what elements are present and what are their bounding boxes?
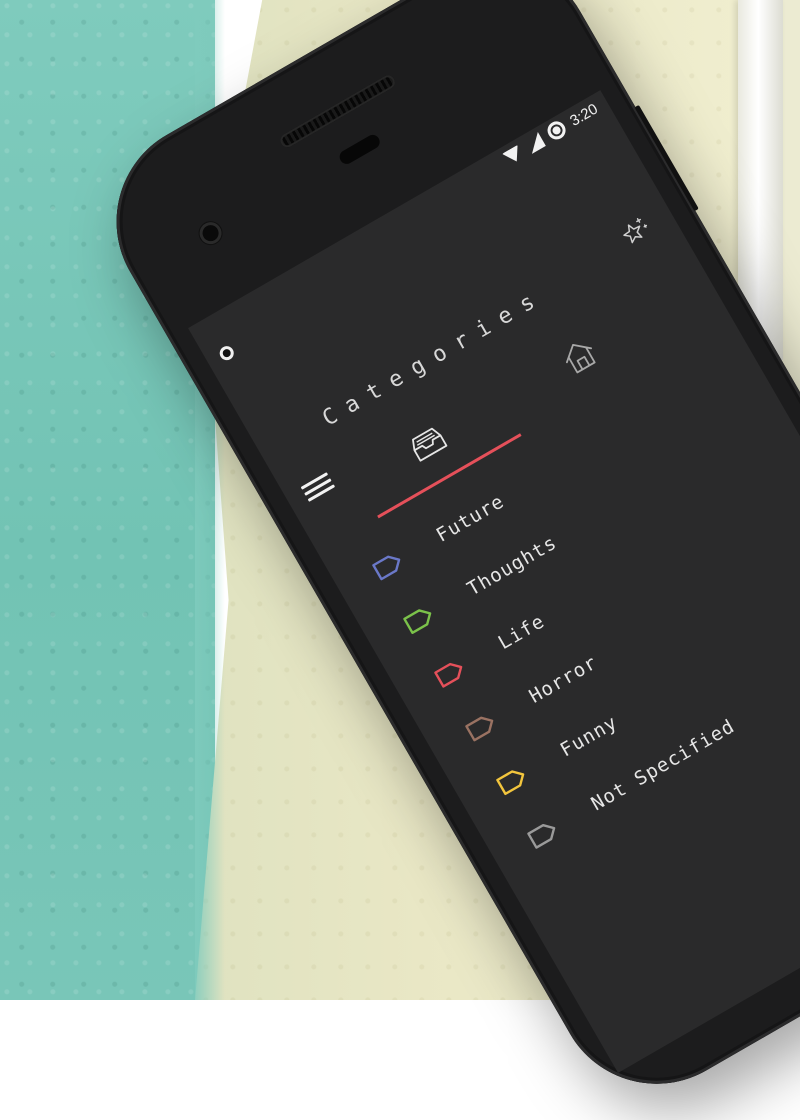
- category-label: Life: [494, 610, 549, 655]
- proximity-sensor: [337, 132, 383, 167]
- front-camera: [195, 218, 226, 249]
- earpiece-speaker: [277, 72, 398, 150]
- wifi-icon: [501, 144, 525, 167]
- hamburger-menu-button[interactable]: [299, 469, 338, 507]
- tag-icon: [465, 716, 494, 742]
- tag-icon: [527, 823, 556, 849]
- circle-dot-icon: [217, 343, 237, 363]
- inbox-icon: [412, 427, 448, 462]
- tag-icon: [372, 555, 401, 581]
- tag-icon: [403, 609, 432, 634]
- category-label: Funny: [556, 711, 622, 762]
- signal-icon: [523, 132, 546, 154]
- magic-star-icon: [623, 218, 648, 244]
- home-icon: [565, 344, 596, 374]
- menu-bar-3: [307, 484, 336, 502]
- tag-icon: [434, 662, 463, 688]
- tag-icon: [496, 770, 525, 796]
- magic-star-button[interactable]: [614, 209, 660, 255]
